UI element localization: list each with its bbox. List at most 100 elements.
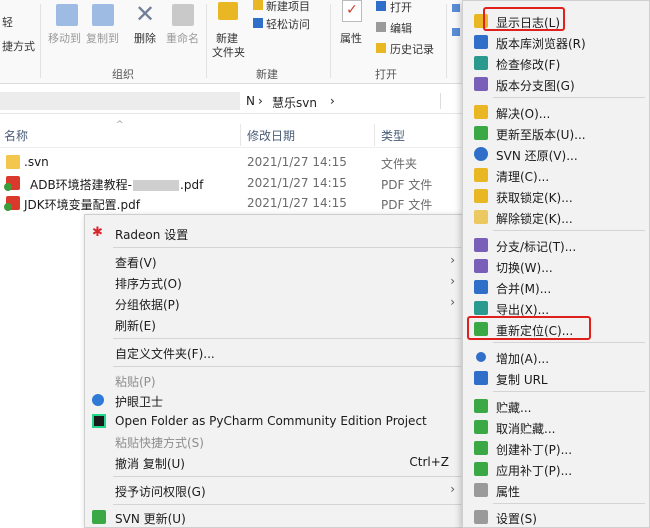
menu-item-grant-access[interactable]: 授予访问权限(G) › [85, 480, 465, 500]
breadcrumb-folder[interactable]: 慧乐svn [272, 94, 317, 111]
organize-group-label: 组织 [112, 68, 134, 81]
svn-item-export[interactable]: 导出(X)... [463, 298, 649, 318]
file-row-jdk[interactable]: JDK环境变量配置.pdf 2021/1/27 14:15 PDF 文件 [0, 193, 470, 213]
svn-item-copy-url[interactable]: 复制 URL [463, 368, 649, 388]
svn-item-label: SVN 还原(V)... [496, 149, 578, 163]
svn-item-resolve[interactable]: 解决(O)... [463, 102, 649, 122]
menu-item-radeon[interactable]: ✱ Radeon 设置 [85, 223, 465, 243]
menu-separator [113, 366, 461, 367]
file-name-suffix: .pdf [180, 178, 204, 192]
menu-item-label: Radeon 设置 [115, 228, 189, 242]
move-to-button[interactable]: 移动到 [48, 30, 81, 46]
delete-icon: ✕ [135, 0, 156, 28]
copy-to-button[interactable]: 复制到 [86, 30, 119, 46]
menu-item-undo-copy[interactable]: 撤消 复制(U) Ctrl+Z [85, 452, 465, 472]
edit-button[interactable]: 编辑 [390, 20, 412, 36]
svn-item-shelve[interactable]: 贮藏... [463, 396, 649, 416]
svn-item-properties[interactable]: 属性 [463, 480, 649, 500]
svn-item-repo-browser[interactable]: 版本库浏览器(R) [463, 32, 649, 52]
rename-icon [172, 4, 194, 26]
menu-item-paste[interactable]: 粘贴(P) [85, 370, 465, 390]
svn-item-label: 增加(A)... [496, 352, 550, 366]
menu-item-customize[interactable]: 自定义文件夹(F)... [85, 342, 465, 362]
unlock-icon [474, 210, 488, 224]
svn-item-label: 应用补丁(P)... [496, 464, 573, 478]
history-button[interactable]: 历史记录 [390, 41, 434, 57]
submenu-arrow-icon: › [450, 274, 455, 288]
column-divider[interactable] [240, 124, 241, 146]
svn-item-switch[interactable]: 切换(W)... [463, 256, 649, 276]
menu-item-pycharm[interactable]: Open Folder as PyCharm Community Edition… [85, 411, 465, 431]
menu-item-view[interactable]: 查看(V) › [85, 251, 465, 271]
svn-item-cleanup[interactable]: 清理(C)... [463, 165, 649, 185]
menu-item-label: Open Folder as PyCharm Community Edition… [115, 414, 427, 428]
column-name[interactable]: 名称 [4, 127, 28, 144]
properties-button[interactable]: 属性 [340, 30, 362, 46]
new-folder-label-2[interactable]: 文件夹 [212, 44, 245, 60]
breadcrumb-chevron[interactable]: › [330, 94, 335, 108]
menu-item-label: 刷新(E) [115, 319, 156, 333]
svn-item-settings[interactable]: 设置(S) [463, 507, 649, 527]
new-folder-icon [218, 2, 238, 20]
svn-item-label: 复制 URL [496, 373, 548, 387]
settings-icon [474, 510, 488, 524]
menu-item-group[interactable]: 分组依据(P) › [85, 293, 465, 313]
menu-item-paste-shortcut[interactable]: 粘贴快捷方式(S) [85, 431, 465, 451]
svn-item-update-to-revision[interactable]: 更新至版本(U)... [463, 123, 649, 143]
svn-item-label: 版本库浏览器(R) [496, 37, 586, 51]
select-all-icon [452, 4, 460, 12]
svn-item-branch-tag[interactable]: 分支/标记(T)... [463, 235, 649, 255]
submenu-arrow-icon: › [450, 253, 455, 267]
menu-item-eye-guard[interactable]: 护眼卫士 [85, 390, 465, 410]
folder-icon [6, 155, 20, 169]
file-date: 2021/1/27 14:15 [247, 196, 347, 210]
address-blurred-path [0, 92, 240, 110]
open-button[interactable]: 打开 [390, 0, 412, 15]
cleanup-icon [474, 168, 488, 182]
svn-item-check-modifications[interactable]: 检查修改(F) [463, 53, 649, 73]
ribbon-partial-item[interactable]: 轻 [2, 14, 13, 30]
file-row-adb[interactable]: ADB环境搭建教程- .pdf 2021/1/27 14:15 PDF 文件 [0, 173, 470, 193]
easy-access-button[interactable]: 轻松访问 [266, 16, 310, 32]
svn-item-release-lock[interactable]: 解除锁定(K)... [463, 207, 649, 227]
file-row-svn[interactable]: .svn 2021/1/27 14:15 文件夹 [0, 152, 470, 172]
ribbon-partial-shortcut[interactable]: 捷方式 [2, 38, 35, 54]
menu-item-svn-update[interactable]: SVN 更新(U) [85, 507, 465, 527]
file-name: JDK环境变量配置.pdf [24, 198, 140, 212]
ribbon-divider [206, 4, 207, 78]
column-type[interactable]: 类型 [381, 127, 405, 144]
svn-item-revert[interactable]: SVN 还原(V)... [463, 144, 649, 164]
svn-item-apply-patch[interactable]: 应用补丁(P)... [463, 459, 649, 479]
svn-item-label: 合并(M)... [496, 282, 552, 296]
menu-item-label: 授予访问权限(G) [115, 485, 206, 499]
menu-item-label: 查看(V) [115, 256, 157, 270]
address-bar[interactable]: N › 慧乐svn › [0, 88, 470, 114]
easy-access-icon [253, 18, 263, 28]
svn-item-unshelve[interactable]: 取消贮藏... [463, 417, 649, 437]
delete-button[interactable]: 删除 [134, 30, 156, 46]
radeon-icon: ✱ [92, 225, 103, 240]
highlight-box [483, 7, 565, 31]
svn-item-add[interactable]: 增加(A)... [463, 347, 649, 367]
svn-item-label: 版本分支图(G) [496, 79, 575, 93]
resolve-icon [474, 105, 488, 119]
menu-separator [113, 338, 461, 339]
column-date[interactable]: 修改日期 [247, 127, 295, 144]
menu-item-refresh[interactable]: 刷新(E) [85, 314, 465, 334]
column-divider[interactable] [374, 124, 375, 146]
breadcrumb-prefix[interactable]: N [246, 94, 255, 108]
svn-item-merge[interactable]: 合并(M)... [463, 277, 649, 297]
menu-separator [493, 230, 645, 231]
branch-icon [474, 238, 488, 252]
svn-item-label: 取消贮藏... [496, 422, 556, 436]
copy-to-icon [92, 4, 114, 26]
menu-item-sort[interactable]: 排序方式(O) › [85, 272, 465, 292]
new-item-button[interactable]: 新建项目 [266, 0, 310, 14]
rename-button[interactable]: 重命名 [166, 30, 199, 46]
svn-item-get-lock[interactable]: 获取锁定(K)... [463, 186, 649, 206]
properties-icon [474, 483, 488, 497]
svn-item-create-patch[interactable]: 创建补丁(P)... [463, 438, 649, 458]
submenu-arrow-icon: › [450, 482, 455, 496]
svn-item-revision-graph[interactable]: 版本分支图(G) [463, 74, 649, 94]
new-item-icon [253, 0, 263, 10]
